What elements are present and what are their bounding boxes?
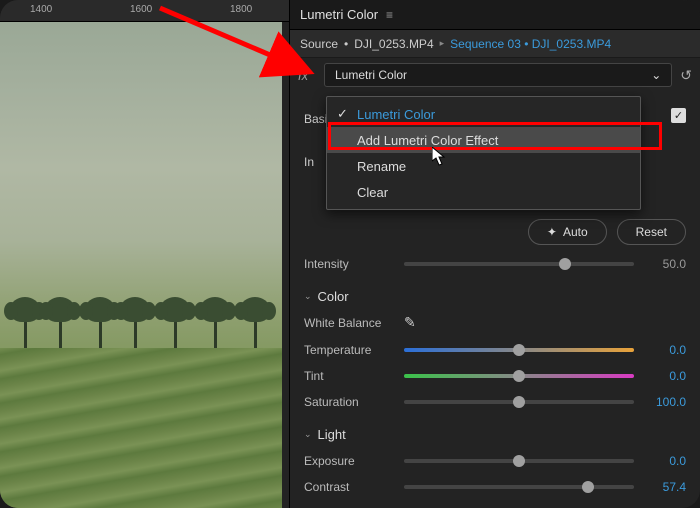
wand-icon: ✦ (547, 225, 557, 239)
effect-dropdown-menu: Lumetri Color Add Lumetri Color Effect R… (326, 96, 641, 210)
chevron-down-icon: ⌄ (304, 429, 312, 440)
chevron-down-icon: ⌄ (651, 68, 661, 82)
menu-item-add-effect[interactable]: Add Lumetri Color Effect (327, 127, 640, 153)
reset-button[interactable]: Reset (617, 219, 686, 245)
effect-dropdown[interactable]: Lumetri Color ⌄ (324, 63, 672, 87)
contrast-slider[interactable]: Contrast 57.4 (304, 480, 686, 494)
source-label: Source (300, 37, 338, 51)
ruler-mark: 1400 (30, 4, 52, 15)
saturation-slider[interactable]: Saturation 100.0 (304, 395, 686, 409)
chevron-right-icon: ▸ (440, 38, 445, 49)
preview-panel: 1400 1600 1800 (0, 0, 290, 508)
basic-correction-label: Basi (304, 112, 327, 126)
menu-item-current[interactable]: Lumetri Color (327, 101, 640, 127)
exposure-slider[interactable]: Exposure 0.0 (304, 454, 686, 468)
auto-button[interactable]: ✦ Auto (528, 219, 607, 245)
fx-icon[interactable]: fx (298, 68, 316, 83)
panel-menu-icon[interactable]: ≡ (386, 8, 393, 22)
intensity-slider[interactable]: Intensity 50.0 (304, 257, 686, 271)
panel-header: Lumetri Color ≡ (290, 0, 700, 30)
panel-title[interactable]: Lumetri Color (300, 7, 378, 22)
color-group[interactable]: ⌄ Color (304, 289, 686, 304)
dropdown-current: Lumetri Color (335, 68, 407, 82)
reset-icon[interactable]: ↺ (680, 67, 692, 84)
lumetri-panel: Lumetri Color ≡ Source • DJI_0253.MP4 ▸ … (290, 0, 700, 508)
ruler-mark: 1800 (230, 4, 252, 15)
input-lut-label: In (304, 155, 314, 169)
ruler-mark: 1600 (130, 4, 152, 15)
chevron-down-icon: ⌄ (304, 291, 312, 302)
fx-row: fx Lumetri Color ⌄ ↺ (290, 58, 700, 92)
light-group[interactable]: ⌄ Light (304, 427, 686, 442)
tint-slider[interactable]: Tint 0.0 (304, 369, 686, 383)
menu-item-clear[interactable]: Clear (327, 179, 640, 205)
source-file[interactable]: DJI_0253.MP4 (354, 37, 433, 51)
video-preview[interactable] (0, 22, 282, 508)
menu-item-rename[interactable]: Rename (327, 153, 640, 179)
source-breadcrumb: Source • DJI_0253.MP4 ▸ Sequence 03 • DJ… (290, 30, 700, 58)
eyedropper-icon[interactable]: ✎ (404, 314, 416, 331)
cursor-icon (432, 147, 448, 170)
temperature-slider[interactable]: Temperature 0.0 (304, 343, 686, 357)
white-balance-label: White Balance (304, 316, 394, 330)
ruler: 1400 1600 1800 (0, 0, 289, 22)
section-toggle-checkbox[interactable]: ✓ (671, 108, 686, 123)
sequence-link[interactable]: Sequence 03 • DJI_0253.MP4 (450, 37, 611, 51)
